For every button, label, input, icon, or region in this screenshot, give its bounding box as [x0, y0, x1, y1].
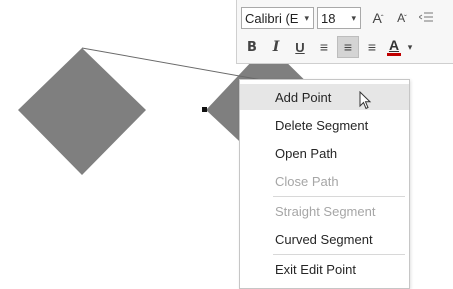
edit-point-handle[interactable] — [202, 107, 207, 112]
menu-item-label: Close Path — [275, 173, 339, 189]
align-left-icon: ≡ — [319, 39, 329, 55]
menu-item-delete-segment[interactable]: Delete Segment — [240, 112, 409, 138]
menu-item-add-point[interactable]: Add Point — [240, 84, 409, 110]
mouse-pointer-icon — [359, 91, 372, 110]
font-name-value: Calibri (E — [245, 10, 299, 26]
italic-button[interactable]: I — [265, 36, 287, 58]
menu-item-label: Open Path — [275, 145, 338, 161]
decrease-font-size-button[interactable]: Aˇ — [391, 7, 413, 29]
edit-points-context-menu: Add Point Delete Segment Open Path Close… — [239, 79, 410, 289]
font-color-button[interactable]: A — [385, 36, 403, 58]
menu-item-exit-edit-point[interactable]: Exit Edit Point — [240, 256, 409, 282]
bold-button[interactable]: B — [241, 36, 263, 58]
decrease-indent-button[interactable] — [415, 7, 437, 29]
underline-button[interactable]: U — [289, 36, 311, 58]
menu-item-label: Delete Segment — [275, 117, 369, 133]
align-center-button[interactable]: ≡ — [337, 36, 359, 58]
align-right-button[interactable]: ≡ — [361, 36, 383, 58]
toolbar-row-font: Calibri (E ▾ 18 ▾ Aˆ Aˇ — [241, 6, 439, 30]
align-left-button[interactable]: ≡ — [313, 36, 335, 58]
font-color-dropdown[interactable]: ▾ — [405, 36, 415, 58]
mini-format-toolbar: Calibri (E ▾ 18 ▾ Aˆ Aˇ B I U ≡ ≡ ≡ A ▾ — [236, 0, 453, 64]
chevron-down-icon: ▾ — [351, 12, 356, 23]
menu-item-label: Add Point — [275, 89, 332, 105]
font-color-icon: A — [387, 38, 401, 56]
font-name-dropdown[interactable]: Calibri (E ▾ — [241, 7, 314, 29]
diamond-shape-left[interactable] — [18, 48, 146, 175]
font-size-dropdown[interactable]: 18 ▾ — [317, 7, 361, 29]
menu-separator — [273, 196, 405, 197]
menu-item-open-path[interactable]: Open Path — [240, 140, 409, 166]
align-right-icon: ≡ — [367, 39, 377, 55]
menu-separator — [273, 254, 405, 255]
menu-item-label: Exit Edit Point — [275, 261, 356, 277]
menu-item-label: Straight Segment — [275, 203, 376, 219]
chevron-down-icon: ▾ — [407, 41, 413, 52]
decrease-indent-icon — [419, 12, 433, 22]
menu-item-straight-segment[interactable]: Straight Segment — [240, 198, 409, 224]
font-size-value: 18 — [321, 10, 336, 26]
menu-item-curved-segment[interactable]: Curved Segment — [240, 226, 409, 252]
increase-font-size-button[interactable]: Aˆ — [367, 7, 389, 29]
font-color-letter: A — [388, 37, 400, 53]
chevron-down-icon: ▾ — [304, 12, 309, 23]
font-color-swatch — [387, 53, 401, 56]
menu-item-close-path[interactable]: Close Path — [240, 168, 409, 194]
align-center-icon: ≡ — [343, 39, 353, 55]
caret-up-icon: ˆ — [380, 13, 384, 23]
caret-down-icon: ˇ — [404, 13, 407, 23]
toolbar-row-format: B I U ≡ ≡ ≡ A ▾ — [241, 35, 417, 59]
menu-item-label: Curved Segment — [275, 231, 373, 247]
